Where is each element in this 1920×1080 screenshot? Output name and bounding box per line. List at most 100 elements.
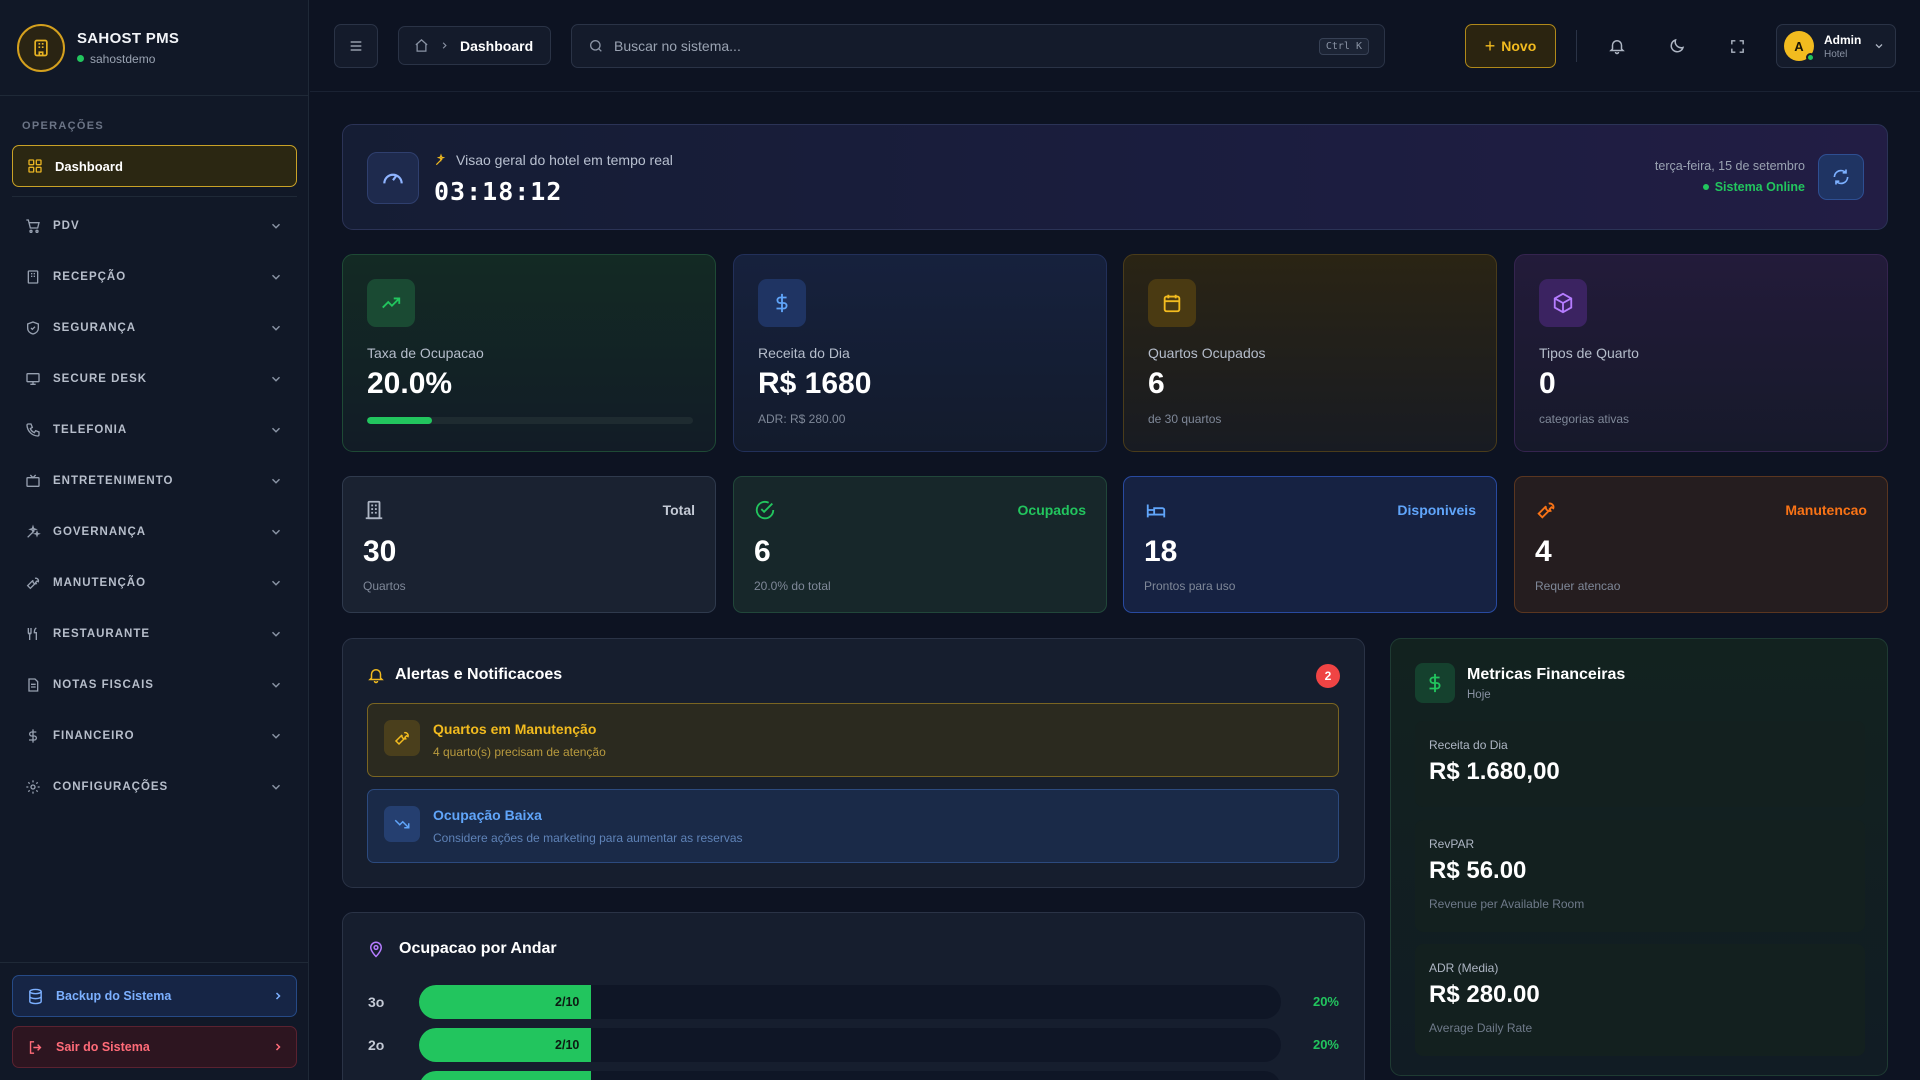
menu-toggle-button[interactable] — [334, 24, 378, 68]
card-value: 0 — [1539, 367, 1556, 400]
user-role: Hotel — [1824, 48, 1848, 60]
building-icon — [363, 499, 385, 521]
chevron-down-icon — [1873, 40, 1885, 52]
check-circle-icon — [754, 499, 776, 521]
alert-title: Ocupação Baixa — [433, 807, 542, 823]
sidebar-item-label: RESTAURANTE — [53, 627, 151, 640]
alert-text: Considere ações de marketing para aument… — [433, 831, 743, 845]
status-value: 30 — [363, 535, 397, 568]
search-input[interactable] — [614, 38, 1319, 54]
moon-icon — [1668, 37, 1686, 55]
metric-daily-revenue: Receita do Dia R$ 1.680,00 — [1415, 721, 1865, 807]
avatar-initial: A — [1794, 38, 1804, 54]
system-status: Sistema Online — [1702, 180, 1805, 194]
sidebar-item-label: PDV — [53, 219, 80, 232]
metric-label: Receita do Dia — [1429, 738, 1508, 752]
notifications-button[interactable] — [1597, 26, 1637, 66]
live-clock: 03:18:12 — [434, 177, 563, 206]
overview-banner: Visao geral do hotel em tempo real 03:18… — [342, 124, 1888, 230]
search-box[interactable]: Ctrl K — [571, 24, 1385, 68]
sidebar-item-seguranca[interactable]: SEGURANÇA — [0, 302, 309, 353]
chevron-right-icon — [439, 40, 450, 51]
alert-text: 4 quarto(s) precisam de atenção — [433, 745, 606, 759]
floors-title: Ocupacao por Andar — [399, 940, 557, 957]
chevron-down-icon — [269, 270, 283, 284]
cart-icon — [25, 218, 41, 234]
metric-value: R$ 56.00 — [1429, 857, 1527, 884]
sidebar-item-dashboard[interactable]: Dashboard — [12, 145, 297, 187]
alert-low-occupancy[interactable]: Ocupação Baixa Considere ações de market… — [367, 789, 1339, 863]
new-button[interactable]: + Novo — [1465, 24, 1556, 68]
sidebar-item-configuracoes[interactable]: CONFIGURAÇÕES — [0, 761, 309, 812]
status-value: 18 — [1144, 535, 1178, 568]
room-types-card: Tipos de Quarto 0 categorias ativas — [1514, 254, 1888, 452]
metric-sub: Average Daily Rate — [1429, 1021, 1533, 1035]
refresh-button[interactable] — [1818, 154, 1864, 200]
maintenance-rooms-card: Manutencao 4 Requer atencao — [1514, 476, 1888, 613]
card-label: Tipos de Quarto — [1539, 345, 1639, 361]
shield-icon — [25, 320, 41, 336]
calendar-icon — [1148, 279, 1196, 327]
available-rooms-card: Disponiveis 18 Prontos para uso — [1123, 476, 1497, 613]
dollar-icon — [1415, 663, 1455, 703]
sidebar-item-pdv[interactable]: PDV — [0, 200, 309, 251]
box-icon — [1539, 279, 1587, 327]
sidebar-item-governanca[interactable]: GOVERNANÇA — [0, 506, 309, 557]
floor-row: 2o 2/10 20% — [367, 1028, 1339, 1062]
chevron-down-icon — [269, 372, 283, 386]
building-icon — [25, 269, 41, 285]
sidebar-item-secure-desk[interactable]: SECURE DESK — [0, 353, 309, 404]
sidebar-item-restaurante[interactable]: RESTAURANTE — [0, 608, 309, 659]
user-menu[interactable]: A Admin Hotel — [1776, 24, 1896, 68]
card-value: 6 — [1148, 367, 1165, 400]
fullscreen-button[interactable] — [1717, 26, 1757, 66]
sidebar-item-label: MANUTENÇÃO — [53, 576, 147, 589]
brand: SAHOST PMS sahostdemo — [0, 0, 308, 96]
hotel-logo-icon — [17, 23, 65, 72]
status-tag: Ocupados — [1017, 502, 1086, 518]
card-sub: de 30 quartos — [1148, 412, 1222, 426]
sidebar-item-financeiro[interactable]: FINANCEIRO — [0, 710, 309, 761]
sidebar-item-label: SECURE DESK — [53, 372, 148, 385]
sidebar-item-label: RECEPÇÃO — [53, 270, 127, 283]
total-rooms-card: Total 30 Quartos — [342, 476, 716, 613]
sidebar-item-label: NOTAS FISCAIS — [53, 678, 154, 691]
financial-metrics-panel: Metricas Financeiras Hoje Receita do Dia… — [1390, 638, 1888, 1076]
floor-fill — [419, 1071, 592, 1080]
chevron-down-icon — [269, 321, 283, 335]
sidebar-item-telefonia[interactable]: TELEFONIA — [0, 404, 309, 455]
utensils-icon — [25, 626, 41, 642]
backup-button[interactable]: Backup do Sistema — [12, 975, 297, 1017]
logout-button[interactable]: Sair do Sistema — [12, 1026, 297, 1068]
floor-occupancy-panel: Ocupacao por Andar 3o 2/10 20% 2o 2/10 2… — [342, 912, 1365, 1080]
sidebar-nav: PDV RECEPÇÃO SEGURANÇA SECURE DESK TELEF… — [0, 200, 309, 812]
section-title-operations: OPERAÇÕES — [22, 120, 104, 132]
bell-icon — [1608, 37, 1626, 55]
backup-label: Backup do Sistema — [56, 989, 172, 1003]
sidebar-item-entretenimento[interactable]: ENTRETENIMENTO — [0, 455, 309, 506]
online-dot-icon — [1702, 184, 1709, 190]
metric-value: R$ 280.00 — [1429, 981, 1540, 1008]
home-icon[interactable] — [414, 38, 429, 53]
map-pin-icon — [367, 940, 385, 958]
status-sub: Requer atencao — [1535, 579, 1621, 593]
theme-toggle-button[interactable] — [1657, 26, 1697, 66]
sidebar-item-recepcao[interactable]: RECEPÇÃO — [0, 251, 309, 302]
floor-fill: 2/10 — [419, 1028, 592, 1062]
alert-maintenance[interactable]: Quartos em Manutenção 4 quarto(s) precis… — [367, 703, 1339, 777]
system-status-label: Sistema Online — [1714, 180, 1805, 194]
floor-track: 2/10 — [419, 1028, 1281, 1062]
finance-period: Hoje — [1467, 689, 1491, 701]
floor-track: 2/10 — [419, 985, 1281, 1019]
alerts-title: Alertas e Notificacoes — [395, 666, 563, 683]
finance-title: Metricas Financeiras — [1467, 666, 1626, 683]
database-icon — [27, 988, 44, 1005]
status-value: 4 — [1535, 535, 1552, 568]
card-sub: categorias ativas — [1539, 412, 1630, 426]
sidebar-item-notas-fiscais[interactable]: NOTAS FISCAIS — [0, 659, 309, 710]
sidebar-item-label: Dashboard — [55, 158, 123, 174]
sidebar-item-label: GOVERNANÇA — [53, 525, 147, 538]
card-value: R$ 1680 — [758, 367, 872, 400]
logout-label: Sair do Sistema — [56, 1040, 150, 1054]
sidebar-item-manutencao[interactable]: MANUTENÇÃO — [0, 557, 309, 608]
